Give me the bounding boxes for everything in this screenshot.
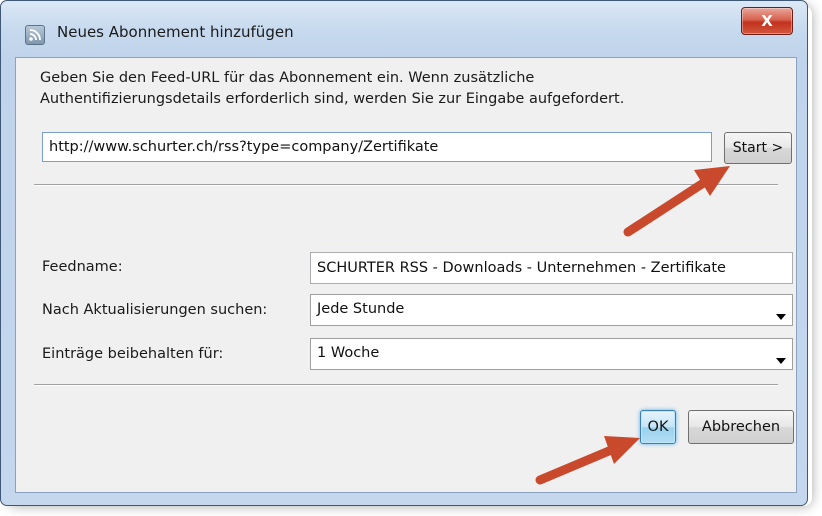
chevron-down-icon[interactable] bbox=[776, 306, 786, 325]
rss-feed-icon bbox=[25, 25, 45, 45]
chevron-down-icon[interactable] bbox=[776, 350, 786, 369]
feedname-label: Feedname: bbox=[42, 259, 123, 275]
title-bar: Neues Abonnement hinzufügen X bbox=[1, 1, 807, 55]
intro-line-2: Authentifizierungsdetails erforderlich s… bbox=[40, 91, 625, 107]
feed-url-input[interactable] bbox=[43, 133, 715, 161]
start-button[interactable]: Start > bbox=[724, 132, 792, 164]
update-interval-label: Nach Aktualisierungen suchen: bbox=[42, 302, 268, 318]
divider-top bbox=[34, 184, 778, 186]
intro-text: Geben Sie den Feed-URL für das Abonnemen… bbox=[40, 68, 780, 110]
retention-select[interactable]: 1 Woche bbox=[310, 338, 793, 370]
ok-button[interactable]: OK bbox=[640, 410, 676, 444]
update-interval-value: Jede Stunde bbox=[317, 301, 405, 317]
close-button[interactable]: X bbox=[741, 7, 793, 35]
feedname-field[interactable] bbox=[310, 252, 798, 284]
dialog-content: Geben Sie den Feed-URL für das Abonnemen… bbox=[15, 57, 798, 493]
intro-line-1: Geben Sie den Feed-URL für das Abonnemen… bbox=[40, 70, 535, 86]
dialog-window: Neues Abonnement hinzufügen X Geben Sie … bbox=[0, 0, 808, 506]
retention-label: Einträge beibehalten für: bbox=[42, 346, 224, 362]
feedname-input[interactable] bbox=[311, 253, 798, 283]
window-title: Neues Abonnement hinzufügen bbox=[57, 23, 294, 41]
cancel-button[interactable]: Abbrechen bbox=[688, 410, 794, 444]
divider-bottom bbox=[34, 384, 778, 386]
feed-url-field[interactable] bbox=[42, 132, 715, 162]
retention-value: 1 Woche bbox=[317, 345, 380, 361]
update-interval-select[interactable]: Jede Stunde bbox=[310, 294, 793, 326]
